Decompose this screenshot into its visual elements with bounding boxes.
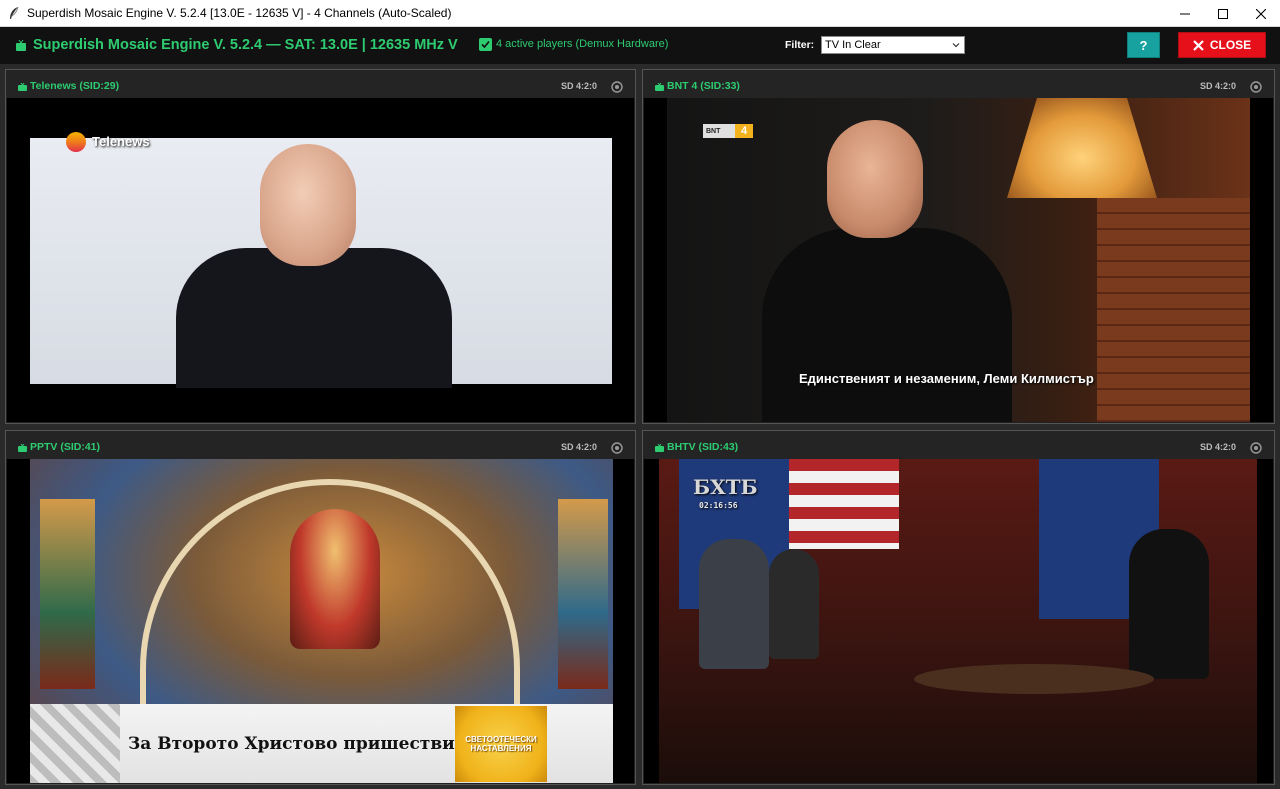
video-feed: За Второто Христово пришествие СВЕТООТЕЧ… xyxy=(7,459,634,783)
video-feed: БХТБ 02:16:56 xyxy=(644,459,1273,783)
close-app-button[interactable]: CLOSE xyxy=(1178,32,1266,58)
channel-header: BHTV (SID:43) SD 4:2:0 xyxy=(643,431,1274,459)
video-frame: БХТБ 02:16:56 xyxy=(659,459,1257,783)
program-badge: СВЕТООТЕЧЕСКИ НАСТАВЛЕНИЯ xyxy=(455,706,547,782)
channel-header: PPTV (SID:41) SD 4:2:0 xyxy=(6,431,635,459)
channel-format: SD 4:2:0 xyxy=(1199,81,1236,91)
close-icon xyxy=(1256,8,1266,19)
program-title: За Второто Христово пришествие xyxy=(128,734,466,754)
channel-format: SD 4:2:0 xyxy=(560,442,597,452)
bnt4-logo-number: 4 xyxy=(735,124,753,138)
channel-format: SD 4:2:0 xyxy=(1199,442,1236,452)
fresco-saint-left xyxy=(40,499,95,689)
players-label: 4 active players (Demux Hardware) xyxy=(496,38,669,50)
program-badge-text: СВЕТООТЕЧЕСКИ НАСТАВЛЕНИЯ xyxy=(465,735,537,753)
check-icon xyxy=(481,40,490,49)
banner-pattern xyxy=(30,704,120,783)
channel-format: SD 4:2:0 xyxy=(560,81,597,91)
window-title: Superdish Mosaic Engine V. 5.2.4 [13.0E … xyxy=(27,6,452,20)
minimize-icon xyxy=(1180,13,1190,14)
channel-panel[interactable]: BNT 4 (SID:33) SD 4:2:0 BNT 4 Единствени… xyxy=(642,69,1275,424)
guest-head xyxy=(827,120,923,238)
app-header: Superdish Mosaic Engine V. 5.2.4 — SAT: … xyxy=(0,27,1280,64)
window-close-button[interactable] xyxy=(1242,0,1280,27)
channel-header: BNT 4 (SID:33) SD 4:2:0 xyxy=(643,70,1274,98)
tv-icon xyxy=(16,40,26,51)
filter-value: TV In Clear xyxy=(825,39,881,51)
channel-name: BNT 4 (SID:33) xyxy=(667,80,740,92)
channel-panel[interactable]: PPTV (SID:41) SD 4:2:0 За Второто Христо… xyxy=(5,430,636,785)
minimize-button[interactable] xyxy=(1166,0,1204,27)
tv-icon xyxy=(18,83,27,91)
snapshot-icon[interactable] xyxy=(611,81,623,93)
broadcast-clock: 02:16:56 xyxy=(699,501,738,510)
maximize-button[interactable] xyxy=(1204,0,1242,27)
fresco-saint-right xyxy=(558,499,608,689)
bnt4-logo-text: BNT xyxy=(706,127,721,135)
video-frame: Telenews xyxy=(30,132,612,388)
tv-icon xyxy=(655,444,664,452)
telenews-logo-icon xyxy=(66,132,86,152)
snapshot-icon[interactable] xyxy=(1250,81,1262,93)
channel-name: PPTV (SID:41) xyxy=(30,441,101,453)
maximize-icon xyxy=(1218,8,1228,19)
presenter-head xyxy=(260,144,356,266)
feather-icon xyxy=(7,6,21,20)
close-label: CLOSE xyxy=(1209,38,1252,52)
host-seated xyxy=(699,539,769,669)
video-frame: BNT 4 Единственият и незаменим, Леми Кил… xyxy=(667,98,1250,422)
snapshot-icon[interactable] xyxy=(1250,442,1262,454)
chevron-down-icon xyxy=(952,43,960,48)
video-feed: BNT 4 Единственият и незаменим, Леми Кил… xyxy=(644,98,1273,422)
channel-logo-text: Telenews xyxy=(92,134,150,149)
app-headline: Superdish Mosaic Engine V. 5.2.4 — SAT: … xyxy=(33,37,458,53)
help-button[interactable]: ? xyxy=(1127,32,1160,58)
video-frame: За Второто Христово пришествие СВЕТООТЕЧ… xyxy=(30,459,613,783)
lamp-shade xyxy=(1007,98,1157,198)
tv-icon xyxy=(18,444,27,452)
mosaic-grid: Telenews (SID:29) SD 4:2:0 Telenews BNT … xyxy=(0,64,1280,789)
anchor-seated xyxy=(1129,529,1209,679)
guest-body xyxy=(762,228,1012,422)
bnt4-logo: BNT 4 xyxy=(703,124,753,138)
presenter-body xyxy=(176,248,452,388)
channel-name: BHTV (SID:43) xyxy=(667,441,739,453)
bhtv-logo-text: БХТБ xyxy=(693,475,758,499)
channel-header: Telenews (SID:29) SD 4:2:0 xyxy=(6,70,635,98)
channel-name: Telenews (SID:29) xyxy=(30,80,120,92)
channel-panel[interactable]: BHTV (SID:43) SD 4:2:0 БХТБ 02:16:56 xyxy=(642,430,1275,785)
window-titlebar: Superdish Mosaic Engine V. 5.2.4 [13.0E … xyxy=(0,0,1280,27)
coffee-table xyxy=(914,664,1154,694)
fresco-figure xyxy=(290,509,380,649)
guest-seated xyxy=(769,549,819,659)
lower-third-banner: За Второто Христово пришествие СВЕТООТЕЧ… xyxy=(30,704,613,783)
x-icon xyxy=(1193,39,1204,51)
brick-wall xyxy=(1097,198,1250,422)
players-checkbox[interactable] xyxy=(479,38,492,51)
tv-icon xyxy=(655,83,664,91)
flag-stripes xyxy=(789,459,899,549)
snapshot-icon[interactable] xyxy=(611,442,623,454)
channel-panel[interactable]: Telenews (SID:29) SD 4:2:0 Telenews xyxy=(5,69,636,424)
filter-select[interactable]: TV In Clear xyxy=(821,36,965,54)
video-feed: Telenews xyxy=(7,98,634,422)
filter-label: Filter: xyxy=(785,39,815,51)
subtitle-text: Единственият и незаменим, Леми Килмистър xyxy=(799,371,1094,386)
